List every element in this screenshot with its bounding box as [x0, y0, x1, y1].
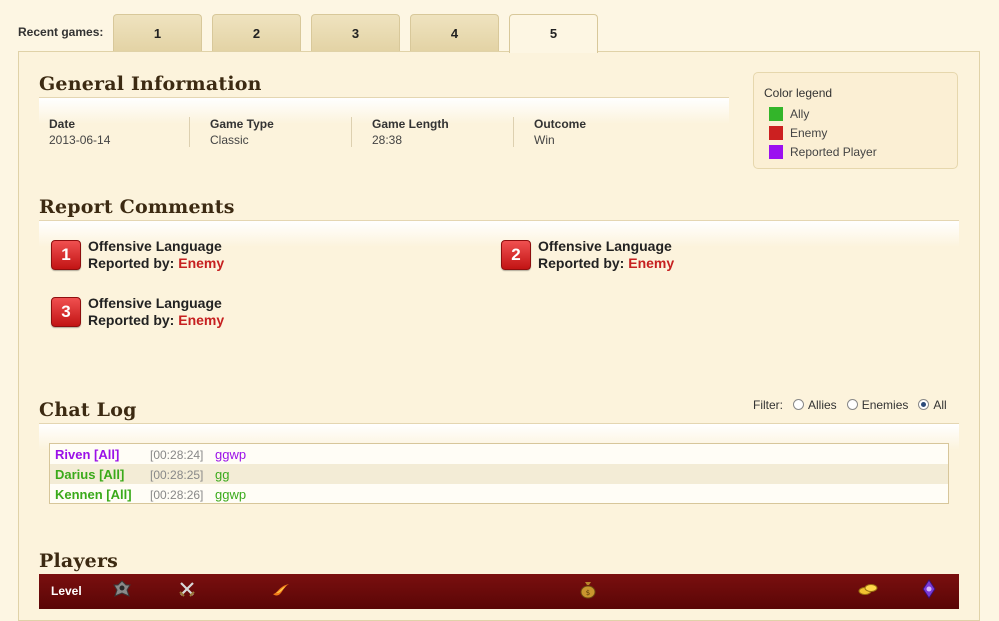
report-text: Offensive Language Reported by: Enemy — [88, 238, 224, 271]
tab-game-3[interactable]: 3 — [311, 14, 400, 51]
chat-filter: Filter: Allies Enemies All — [753, 398, 947, 412]
ward-icon[interactable] — [918, 578, 940, 600]
info-game-type: Game Type Classic — [210, 117, 274, 147]
tab-game-5[interactable]: 5 — [509, 14, 598, 53]
info-game-length: Game Length 28:38 — [372, 117, 449, 147]
chat-timestamp: [00:28:24] — [150, 448, 204, 462]
filter-allies-label[interactable]: Allies — [808, 398, 837, 412]
report-reason: Offensive Language — [538, 238, 672, 254]
chat-message: ggwp — [215, 447, 247, 462]
info-separator — [189, 117, 190, 147]
tab-game-2[interactable]: 2 — [212, 14, 301, 51]
tab-game-1[interactable]: 1 — [113, 14, 202, 51]
info-label: Game Length — [372, 117, 449, 131]
info-value: 2013-06-14 — [49, 133, 111, 147]
reported-by-label: Reported by: — [538, 255, 625, 271]
legend-label: Enemy — [790, 125, 828, 140]
kda-swords-icon[interactable] — [176, 578, 198, 600]
enemy-swatch — [769, 125, 783, 140]
legend-label: Reported Player — [790, 144, 877, 159]
legend-label: Ally — [790, 106, 810, 121]
reporter-team: Enemy — [628, 255, 675, 271]
filter-label: Filter: — [753, 398, 783, 412]
info-separator — [513, 117, 514, 147]
info-separator — [351, 117, 352, 147]
chat-log-title: Chat Log — [39, 399, 137, 421]
chat-player-name: Kennen [All] — [55, 487, 132, 502]
filter-allies-radio[interactable] — [793, 398, 804, 410]
report-comments-title: Report Comments — [39, 196, 235, 218]
info-outcome: Outcome Win — [534, 117, 586, 147]
filter-all-radio[interactable] — [918, 398, 930, 410]
reported-by: Reported by: Enemy — [88, 312, 224, 328]
legend-title: Color legend — [764, 86, 833, 100]
players-title: Players — [39, 550, 119, 572]
color-legend: Color legend Ally Enemy Reported Player — [753, 72, 958, 169]
ally-swatch — [769, 106, 783, 121]
chat-line: Riven [All] [00:28:24] ggwp — [50, 444, 948, 464]
reporter-team: Enemy — [178, 255, 225, 271]
reported-by: Reported by: Enemy — [88, 255, 224, 271]
report-number-badge: 1 — [51, 240, 81, 270]
level-column-header[interactable]: Level — [51, 584, 82, 598]
recent-games-label: Recent games: — [18, 25, 104, 39]
reported-by: Reported by: Enemy — [538, 255, 674, 271]
info-date: Date 2013-06-14 — [49, 117, 110, 147]
filter-enemies-label[interactable]: Enemies — [862, 398, 909, 412]
general-info-title: General Information — [39, 73, 262, 95]
reported-by-label: Reported by: — [88, 255, 175, 271]
info-value: Win — [534, 133, 555, 147]
report-reason: Offensive Language — [88, 295, 222, 311]
tab-game-4[interactable]: 4 — [410, 14, 499, 51]
chat-timestamp: [00:28:26] — [150, 488, 204, 502]
info-value: 28:38 — [372, 133, 403, 147]
filter-all-label[interactable]: All — [933, 398, 946, 412]
report-text: Offensive Language Reported by: Enemy — [538, 238, 674, 271]
players-table-header: Level $ — [39, 574, 959, 609]
chat-player-name: Darius [All] — [55, 467, 125, 482]
chat-line: Kennen [All] [00:28:26] ggwp — [50, 484, 948, 504]
info-label: Outcome — [534, 117, 587, 131]
legend-item-ally: Ally — [764, 104, 957, 123]
info-value: Classic — [210, 133, 249, 147]
chat-log-box[interactable]: Riven [All] [00:28:24] ggwp Darius [All]… — [49, 443, 949, 504]
info-label: Game Type — [210, 117, 274, 131]
champion-icon[interactable] — [111, 578, 133, 600]
legend-item-reported: Reported Player — [764, 142, 957, 161]
reported-by-label: Reported by: — [88, 312, 175, 328]
reported-swatch — [769, 144, 783, 159]
report-number-badge: 2 — [501, 240, 531, 270]
svg-text:$: $ — [586, 589, 590, 597]
report-reason: Offensive Language — [88, 238, 222, 254]
gold-bag-icon[interactable]: $ — [577, 578, 599, 600]
chat-line: Darius [All] [00:28:25] gg — [50, 464, 948, 484]
report-text: Offensive Language Reported by: Enemy — [88, 295, 224, 328]
chat-player-name: Riven [All] — [55, 447, 120, 462]
info-label: Date — [49, 117, 76, 131]
chat-timestamp: [00:28:25] — [150, 468, 204, 482]
gold-coins-icon[interactable] — [857, 578, 879, 600]
spell-flame-icon[interactable] — [270, 578, 292, 600]
chat-message: ggwp — [215, 487, 247, 502]
chat-message: gg — [215, 467, 230, 482]
reporter-team: Enemy — [178, 312, 225, 328]
legend-item-enemy: Enemy — [764, 123, 957, 142]
report-number-badge: 3 — [51, 297, 81, 327]
recent-games-tabs: Recent games: 1 2 3 4 5 — [0, 0, 999, 53]
filter-enemies-radio[interactable] — [846, 398, 858, 410]
